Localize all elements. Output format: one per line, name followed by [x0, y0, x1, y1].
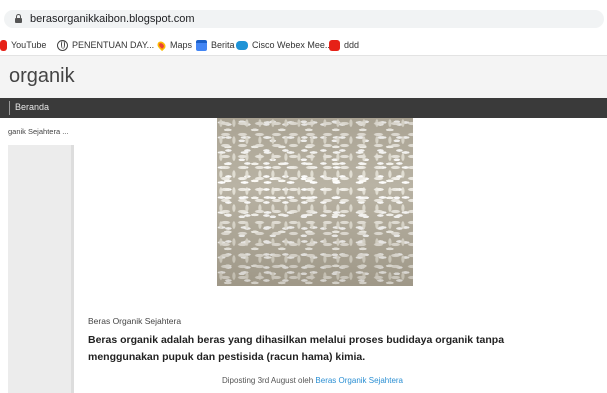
bookmark-label: YouTube [11, 40, 47, 50]
maps-icon [155, 39, 168, 51]
youtube-icon [329, 39, 340, 51]
post-footer: Diposting 3rd August oleh Beras Organik … [222, 376, 403, 385]
posted-date-text: Diposting 3rd August oleh [222, 376, 314, 385]
bookmarks-bar: YouTube PENENTUAN DAY... Maps Berita Cis… [0, 34, 607, 56]
youtube-icon [0, 39, 7, 51]
bookmark-youtube[interactable]: YouTube [0, 38, 46, 52]
browser-address-bar: berasorganikkaibon.blogspot.com [0, 0, 607, 34]
url-text[interactable]: berasorganikkaibon.blogspot.com [30, 13, 195, 25]
bookmark-penentuan[interactable]: PENENTUAN DAY... [57, 38, 154, 52]
sidebar-panel [8, 145, 74, 393]
post-image [217, 118, 413, 286]
webex-icon [236, 40, 248, 50]
url-field[interactable]: berasorganikkaibon.blogspot.com [4, 10, 604, 28]
sidebar-post-link[interactable]: ganik Sejahtera ... [8, 127, 68, 136]
bookmark-label: PENENTUAN DAY... [72, 40, 155, 50]
calendar-icon [196, 39, 207, 51]
globe-icon [57, 39, 68, 51]
bookmark-label: Berita [211, 40, 235, 50]
bookmark-maps[interactable]: Maps [155, 38, 193, 52]
bookmark-label: Maps [170, 40, 193, 50]
bookmark-webex[interactable]: Cisco Webex Mee... [236, 38, 332, 52]
post-author: Beras Organik Sejahtera [88, 316, 182, 326]
bookmark-label: Cisco Webex Mee... [252, 40, 333, 50]
bookmark-label: ddd [344, 40, 360, 50]
post-body: Beras organik adalah beras yang dihasilk… [88, 334, 505, 363]
nav-item-beranda[interactable]: Beranda [15, 102, 49, 112]
blog-title[interactable]: organik [9, 65, 75, 88]
bookmark-berita[interactable]: Berita [196, 38, 235, 52]
blog-nav-bar: Beranda [0, 98, 607, 118]
nav-divider [9, 101, 10, 115]
lock-icon[interactable] [15, 14, 22, 23]
bookmark-ddd[interactable]: ddd [329, 38, 359, 52]
blog-header: organik [0, 56, 607, 98]
author-link[interactable]: Beras Organik Sejahtera [315, 376, 403, 385]
